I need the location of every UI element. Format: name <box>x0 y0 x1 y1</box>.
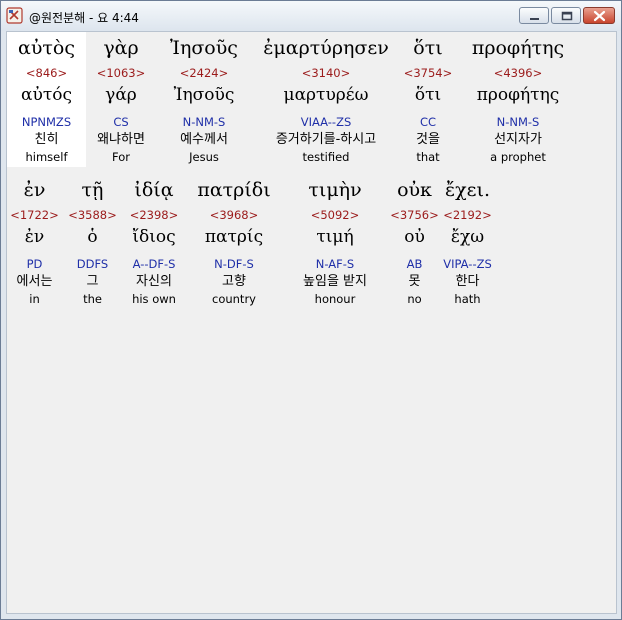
english-gloss: hath <box>454 292 481 306</box>
word-column-gar[interactable]: γὰρ <1063> γάρ CS 왜냐하면 For <box>86 32 156 166</box>
morphology-code: N-NM-S <box>496 115 540 129</box>
korean-gloss: 한다 <box>455 274 480 289</box>
word-column-hoti[interactable]: ὅτι <3754> ὅτι CC 것을 that <box>400 32 456 166</box>
strong-number: <3140> <box>301 66 351 80</box>
word-column-idia[interactable]: ἰδίᾳ <2398> ἴδιος A--DF-S 자신의 his own <box>123 174 185 308</box>
korean-gloss: 자신의 <box>136 274 172 289</box>
greek-word: ἔχει. <box>444 179 491 201</box>
english-gloss: that <box>416 150 440 164</box>
lexical-form: ἔχω <box>450 227 485 247</box>
strong-number: <846> <box>25 66 68 80</box>
lexical-form: πατρίς <box>204 227 264 247</box>
lexical-form: ὅτι <box>414 85 442 105</box>
minimize-button[interactable] <box>519 7 549 24</box>
window-title: @원전분해 - 요 4:44 <box>29 11 139 25</box>
korean-gloss: 것을 <box>416 132 440 147</box>
strong-number: <4396> <box>493 66 543 80</box>
korean-gloss: 높임을 받지 <box>303 274 367 289</box>
english-gloss: himself <box>25 150 68 164</box>
word-column-iesous[interactable]: Ἰησοῦς <2424> Ἰησοῦς N-NM-S 예수께서 Jesus <box>156 32 252 166</box>
greek-word: γὰρ <box>103 37 139 59</box>
lexical-form: μαρτυρέω <box>283 85 369 105</box>
word-column-te[interactable]: τῇ <3588> ὁ DDFS 그 the <box>62 174 123 308</box>
korean-gloss: 예수께서 <box>180 132 228 147</box>
greek-word: ἰδίᾳ <box>134 179 174 201</box>
word-column-emartyresen[interactable]: ἐμαρτύρησεν <3140> μαρτυρέω VIAA--ZS 증거하… <box>252 32 400 166</box>
korean-gloss: 선지자가 <box>494 132 542 147</box>
greek-word: ἐμαρτύρησεν <box>263 37 389 59</box>
strong-number: <2398> <box>129 208 179 222</box>
morphology-code: PD <box>26 257 43 271</box>
close-button[interactable] <box>583 7 615 24</box>
bible-book-icon[interactable] <box>6 7 23 24</box>
english-gloss: country <box>212 292 256 306</box>
strong-number: <1722> <box>10 208 59 222</box>
greek-word: Ἰησοῦς <box>170 37 238 59</box>
word-column-autos[interactable]: αὐτὸς <846> αὐτός NPNMZS 친히 himself <box>7 32 86 167</box>
morphology-code: N-DF-S <box>214 257 254 271</box>
greek-word: ὅτι <box>413 37 443 59</box>
word-column-patridi[interactable]: πατρίδι <3968> πατρίς N-DF-S 고향 country <box>185 174 283 308</box>
english-gloss: in <box>29 292 40 306</box>
lexical-form: Ἰησοῦς <box>173 85 235 105</box>
english-gloss: the <box>83 292 102 306</box>
lexical-form: προφήτης <box>476 85 560 105</box>
morphology-code: N-AF-S <box>315 257 355 271</box>
lexical-form: τιμή <box>316 227 354 247</box>
lexical-form: αὐτός <box>21 85 72 105</box>
english-gloss: Jesus <box>189 150 219 164</box>
lexical-form: ὁ <box>87 227 98 247</box>
greek-word: πατρίδι <box>197 179 271 201</box>
word-column-timen[interactable]: τιμὴν <5092> τιμή N-AF-S 높임을 받지 honour <box>283 174 387 308</box>
strong-number: <5092> <box>310 208 360 222</box>
greek-word: ἐν <box>23 179 46 201</box>
strong-number: <3754> <box>403 66 453 80</box>
app-window: @원전분해 - 요 4:44 αὐτὸς <846> αὐτός NPNMZS … <box>0 0 622 620</box>
english-gloss: For <box>112 150 130 164</box>
word-column-en[interactable]: ἐν <1722> ἐν PD 에서는 in <box>7 174 62 308</box>
english-gloss: a prophet <box>490 150 546 164</box>
strong-number: <2424> <box>179 66 229 80</box>
korean-gloss: 고향 <box>222 274 246 289</box>
korean-gloss: 에서는 <box>16 274 53 289</box>
maximize-icon <box>561 11 573 21</box>
greek-word: τῇ <box>81 179 104 201</box>
english-gloss: his own <box>132 292 176 306</box>
greek-word: προφήτης <box>471 37 565 59</box>
morphology-code: CC <box>419 115 437 129</box>
morphology-code: VIPA--ZS <box>443 257 492 271</box>
maximize-button[interactable] <box>551 7 581 24</box>
korean-gloss: 그 <box>86 274 99 289</box>
morphology-code: A--DF-S <box>132 257 176 271</box>
english-gloss: testified <box>302 150 350 164</box>
strong-number: <1063> <box>96 66 146 80</box>
morphology-code: DDFS <box>76 257 109 271</box>
strong-number: <3968> <box>209 208 259 222</box>
korean-gloss: 왜냐하면 <box>97 132 145 147</box>
title-bar[interactable]: @원전분해 - 요 4:44 <box>1 1 621 31</box>
strong-number: <2192> <box>443 208 492 222</box>
english-gloss: honour <box>314 292 356 306</box>
lexical-form: ἐν <box>24 227 45 247</box>
word-column-echei[interactable]: ἔχει. <2192> ἔχω VIPA--ZS 한다 hath <box>434 174 501 308</box>
lexical-form: ἴδιος <box>132 227 176 247</box>
verse-analysis-panel: αὐτὸς <846> αὐτός NPNMZS 친히 himself γὰρ … <box>6 31 617 614</box>
morphology-code: N-NM-S <box>182 115 226 129</box>
strong-number: <3588> <box>68 208 117 222</box>
morphology-code: VIAA--ZS <box>300 115 352 129</box>
close-icon <box>593 10 606 22</box>
greek-word: τιμὴν <box>308 179 362 201</box>
lexical-form: γάρ <box>105 85 137 105</box>
greek-word: αὐτὸς <box>18 37 75 59</box>
korean-gloss: 친히 <box>34 132 59 147</box>
word-column-prophetes[interactable]: προφήτης <4396> προφήτης N-NM-S 선지자가 a p… <box>456 32 580 166</box>
minimize-icon <box>530 18 539 20</box>
morphology-code: NPNMZS <box>21 115 72 129</box>
korean-gloss: 증거하기를-하시고 <box>275 132 377 147</box>
morphology-code: CS <box>113 115 129 129</box>
